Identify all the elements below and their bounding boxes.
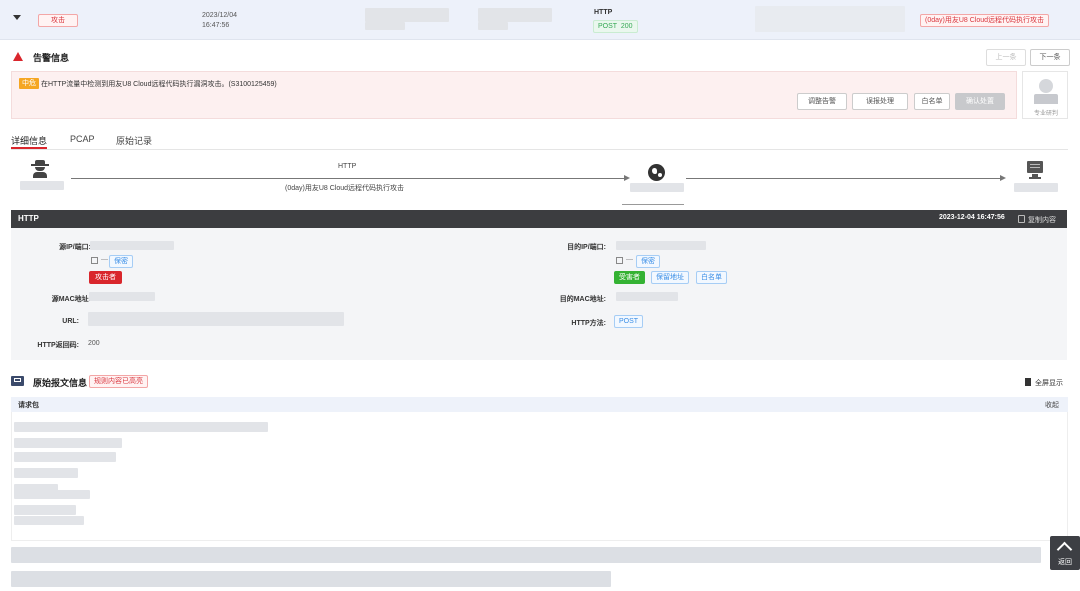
http-method-tag: POST [614, 315, 644, 328]
src-dash: — [101, 256, 108, 263]
expert-panel[interactable]: 专业研判 [1022, 71, 1068, 119]
alert-time: 16:47:56 [202, 22, 230, 29]
flow-arrow-1 [624, 175, 630, 181]
attacker-icon [31, 160, 49, 178]
back-to-top-label: 返回 [1058, 559, 1072, 566]
alert-section-title: 告警信息 [33, 53, 70, 63]
next-button[interactable]: 下一条 [1030, 49, 1070, 66]
gateway-underline [622, 204, 684, 205]
redacted-victim-ip [1014, 183, 1058, 192]
reserved-address-tag[interactable]: 保留地址 [651, 271, 689, 284]
url-label: URL: [62, 318, 79, 325]
type-tag: 攻击 [38, 14, 78, 27]
src-mac-label: 源MAC地址: [51, 296, 91, 303]
request-content [11, 412, 1068, 541]
attacker-tag: 攻击者 [89, 271, 122, 284]
copy-icon[interactable] [1018, 215, 1025, 223]
alert-message: 在HTTP流量中检测到用友U8 Cloud远程代码执行漏洞攻击。(S310012… [41, 81, 277, 88]
http-status-value: 200 [88, 340, 100, 347]
redacted-response-2 [11, 571, 611, 587]
http-method-label: HTTP方法: [571, 320, 606, 327]
redacted-src-mac [89, 292, 155, 301]
src-secret-link[interactable]: 保密 [109, 255, 133, 268]
tabs-divider [11, 149, 1068, 150]
raw-section-title: 原始报文信息 [33, 378, 88, 388]
alert-row[interactable]: 攻击 2023/12/04 16:47:56 HTTP POST 200 (0d… [0, 0, 1080, 40]
http-panel-title: HTTP [18, 214, 39, 223]
adjust-alert-button[interactable]: 调整告警 [797, 93, 847, 110]
redacted-dst-mac [616, 292, 678, 301]
collapse-link[interactable]: 收起 [1045, 400, 1059, 410]
dst-mac-label: 目的MAC地址: [559, 296, 606, 303]
expert-avatar-icon [1039, 79, 1053, 93]
src-ip-label: 源IP/端口: [59, 244, 91, 251]
event-name-tag: (0day)用友U8 Cloud远程代码执行攻击 [920, 14, 1050, 27]
flow-line-1 [71, 178, 626, 179]
http-status-label: HTTP返回码: [37, 342, 79, 349]
redacted-src-ip-extra [123, 242, 173, 250]
prev-button[interactable]: 上一条 [986, 49, 1026, 66]
tab-raw-record[interactable]: 原始记录 [116, 134, 152, 147]
confirm-dispose-button[interactable]: 确认处置 [955, 93, 1005, 110]
http-panel-header: HTTP 2023-12-04 16:47:56 复制内容 [11, 210, 1067, 228]
highlighted-rules-tag: 规则内容已高亮 [89, 375, 148, 388]
redacted-src [365, 8, 449, 22]
dst-dash: — [626, 256, 633, 263]
dst-ip-label: 目的IP/端口: [567, 244, 606, 251]
http-panel-timestamp: 2023-12-04 16:47:56 [939, 214, 1005, 221]
whitelist-button[interactable]: 白名单 [914, 93, 950, 110]
warning-icon [13, 52, 23, 61]
tab-pcap[interactable]: PCAP [70, 134, 95, 144]
copy-dst-icon[interactable] [616, 257, 623, 264]
request-header-bar [11, 397, 1068, 412]
redacted-dst-2 [478, 22, 508, 30]
request-label: 请求包 [18, 402, 39, 409]
dst-secret-link[interactable]: 保密 [636, 255, 660, 268]
globe-icon [648, 164, 665, 181]
alert-date: 2023/12/04 [202, 12, 238, 19]
victim-tag: 受害者 [614, 271, 645, 284]
expert-label: 专业研判 [1033, 111, 1058, 117]
caret-down-icon[interactable] [13, 15, 21, 20]
redacted-dst-ip [616, 241, 706, 250]
copy-content-link[interactable]: 复制内容 [1028, 215, 1056, 225]
flow-attack-name: (0day)用友U8 Cloud远程代码执行攻击 [285, 185, 405, 192]
raw-packet-icon [11, 376, 24, 386]
redacted-src-2 [365, 22, 405, 30]
alert-protocol: HTTP [594, 9, 613, 16]
redacted-dst [478, 8, 552, 22]
back-to-top-button[interactable]: 返回 [1050, 536, 1080, 570]
chevron-up-icon [1056, 541, 1073, 558]
http-info-box: 源IP/端口: — 保密 攻击者 目的IP/端口: — 保密 受害者 保留地址 … [11, 228, 1067, 360]
fullscreen-link[interactable]: 全屏显示 [1035, 378, 1063, 388]
level-badge: 中危 [19, 78, 39, 89]
whitelist-tag[interactable]: 白名单 [696, 271, 727, 284]
redacted-attacker-ip [20, 181, 64, 190]
redacted-info [755, 6, 905, 32]
expert-laptop-icon [1034, 94, 1058, 104]
copy-src-icon[interactable] [91, 257, 98, 264]
false-positive-button[interactable]: 误报处理 [852, 93, 908, 110]
flow-protocol: HTTP [338, 163, 357, 170]
method-status-tag: POST 200 [593, 20, 638, 33]
fullscreen-icon[interactable] [1025, 378, 1031, 386]
redacted-response-1 [11, 547, 1041, 563]
redacted-gateway [630, 183, 684, 192]
server-icon [1026, 161, 1044, 180]
redacted-url [88, 312, 344, 326]
tab-detail[interactable]: 详细信息 [11, 134, 47, 147]
flow-arrow-2 [1000, 175, 1006, 181]
flow-line-2 [686, 178, 1002, 179]
